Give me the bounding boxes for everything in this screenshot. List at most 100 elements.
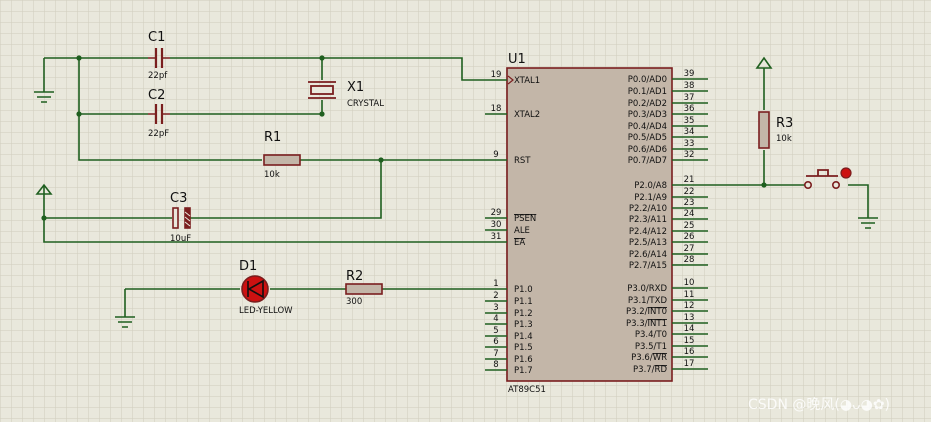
chip-pin-name: P2.3/A11 xyxy=(629,215,667,225)
chip-pin-number: 39 xyxy=(684,69,695,79)
chip-pin-number: 1 xyxy=(493,279,498,289)
component-ref: R3 xyxy=(776,116,793,131)
chip-pin-number: 13 xyxy=(684,313,695,323)
chip-pin-name: P3.1/TXD xyxy=(628,296,668,306)
resistor-r3[interactable]: R3 10k xyxy=(758,111,793,149)
chip-pin-number: 23 xyxy=(684,198,695,208)
chip-pin-number: 34 xyxy=(684,127,695,137)
chip-pin-number: 4 xyxy=(493,314,498,324)
chip-pin-number: 30 xyxy=(491,220,502,230)
resistor-icon xyxy=(345,283,383,295)
chip-pin-name: P0.4/AD4 xyxy=(628,122,667,132)
chip-pin-name: EA xyxy=(514,238,525,248)
chip-pin-name: P1.0 xyxy=(514,285,533,295)
junction-dot xyxy=(319,55,325,61)
chip-pin-number: 31 xyxy=(491,232,502,242)
chip-pin-number: 3 xyxy=(493,303,498,313)
component-value: 10k xyxy=(776,134,792,144)
chip-pin-name: XTAL2 xyxy=(514,110,540,120)
chip-pin-name: P1.3 xyxy=(514,320,533,330)
chip-pin-name: P1.4 xyxy=(514,332,533,342)
schematic-canvas: C1 22pf C2 22pF X1 CRYSTAL R1 10k C3 10u… xyxy=(0,0,931,422)
chip-pin-number: 25 xyxy=(684,221,695,231)
led-icon xyxy=(241,275,269,303)
component-value: 300 xyxy=(346,297,362,307)
chip-pin-name: P3.6/WR xyxy=(631,353,667,363)
component-ref: C3 xyxy=(170,191,187,206)
watermark-text: CSDN @晚风(◕ᴗ◕✿) xyxy=(748,397,890,413)
chip-pin-name: P2.2/A10 xyxy=(629,204,667,214)
chip-pin-name: P0.3/AD3 xyxy=(628,110,667,120)
chip-pin-number: 16 xyxy=(684,347,695,357)
chip-pin-name: XTAL1 xyxy=(514,76,540,86)
junction-dot xyxy=(76,111,82,117)
chip-pin-name: P0.1/AD1 xyxy=(628,87,667,97)
chip-pin-number: 17 xyxy=(684,359,695,369)
chip-pin-name: P0.2/AD2 xyxy=(628,99,667,109)
chip-pin-name: P2.0/A8 xyxy=(634,181,667,191)
chip-pin-name: P2.6/A14 xyxy=(629,250,667,260)
component-value: 22pf xyxy=(148,71,168,81)
chip-pin-name: P2.4/A12 xyxy=(629,227,667,237)
chip-pin-number: 21 xyxy=(684,175,695,185)
chip-pin-number: 12 xyxy=(684,301,695,311)
component-value: 22pF xyxy=(148,129,169,139)
component-ref: C2 xyxy=(148,88,165,103)
chip-pin-name: P3.5/T1 xyxy=(635,342,667,352)
chip-pin-number: 8 xyxy=(493,360,498,370)
chip-pin-number: 5 xyxy=(493,326,498,336)
component-ref: X1 xyxy=(347,80,364,95)
chip-pin-name: P2.7/A15 xyxy=(629,261,667,271)
chip-pin-name: P0.0/AD0 xyxy=(628,75,667,85)
component-value: 10k xyxy=(264,170,280,180)
junction-dot xyxy=(76,55,82,61)
chip-pin-number: 9 xyxy=(493,150,498,160)
chip-pin-name: P1.6 xyxy=(514,355,533,365)
component-value: 10uF xyxy=(170,234,191,244)
chip-pin-name: ALE xyxy=(514,226,530,236)
chip-pin-number: 37 xyxy=(684,93,695,103)
component-ref: R2 xyxy=(346,269,363,284)
chip-pin-name: P2.1/A9 xyxy=(634,193,667,203)
chip-pin-name: P3.3/INT1 xyxy=(626,319,667,329)
chip-pin-number: 15 xyxy=(684,336,695,346)
chip-pin-name: P1.1 xyxy=(514,297,533,307)
chip-pin-number: 19 xyxy=(491,70,502,80)
chip-pin-number: 10 xyxy=(684,278,695,288)
chip-pin-number: 35 xyxy=(684,116,695,126)
chip-pin-number: 2 xyxy=(493,291,498,301)
chip-pin-name: P3.2/INT0 xyxy=(626,307,667,317)
chip-pin-number: 27 xyxy=(684,244,695,254)
chip-ref: U1 xyxy=(508,52,526,67)
chip-pin-name: P1.2 xyxy=(514,309,533,319)
chip-pin-number: 7 xyxy=(493,349,498,359)
junction-dot xyxy=(41,215,47,221)
component-ref: R1 xyxy=(264,130,281,145)
chip-pin-number: 18 xyxy=(491,104,502,114)
junction-dot xyxy=(319,111,325,117)
resistor-icon xyxy=(263,154,301,166)
chip-pin-name: PSEN xyxy=(514,214,536,224)
chip-pin-name: P3.4/T0 xyxy=(635,330,667,340)
chip-pin-number: 29 xyxy=(491,208,502,218)
chip-pin-name: RST xyxy=(514,156,531,166)
component-value: CRYSTAL xyxy=(347,99,384,109)
component-ref: C1 xyxy=(148,30,165,45)
chip-pin-name: P2.5/A13 xyxy=(629,238,667,248)
chip-pin-name: P3.7/RD xyxy=(633,365,667,375)
chip-part-name: AT89C51 xyxy=(508,385,546,395)
chip-pin-name: P1.7 xyxy=(514,366,533,376)
chip-pin-number: 38 xyxy=(684,81,695,91)
chip-pin-name: P0.7/AD7 xyxy=(628,156,667,166)
chip-pin-number: 14 xyxy=(684,324,695,334)
chip-pin-name: P0.6/AD6 xyxy=(628,145,667,155)
chip-pin-number: 11 xyxy=(684,290,695,300)
chip-pin-number: 33 xyxy=(684,139,695,149)
component-ref: D1 xyxy=(239,259,257,274)
junction-dot xyxy=(378,157,384,163)
chip-pin-number: 24 xyxy=(684,209,695,219)
junction-dot xyxy=(761,182,767,188)
chip-pin-name: P3.0/RXD xyxy=(627,284,667,294)
component-value: LED-YELLOW xyxy=(239,306,293,316)
chip-pin-number: 22 xyxy=(684,187,695,197)
